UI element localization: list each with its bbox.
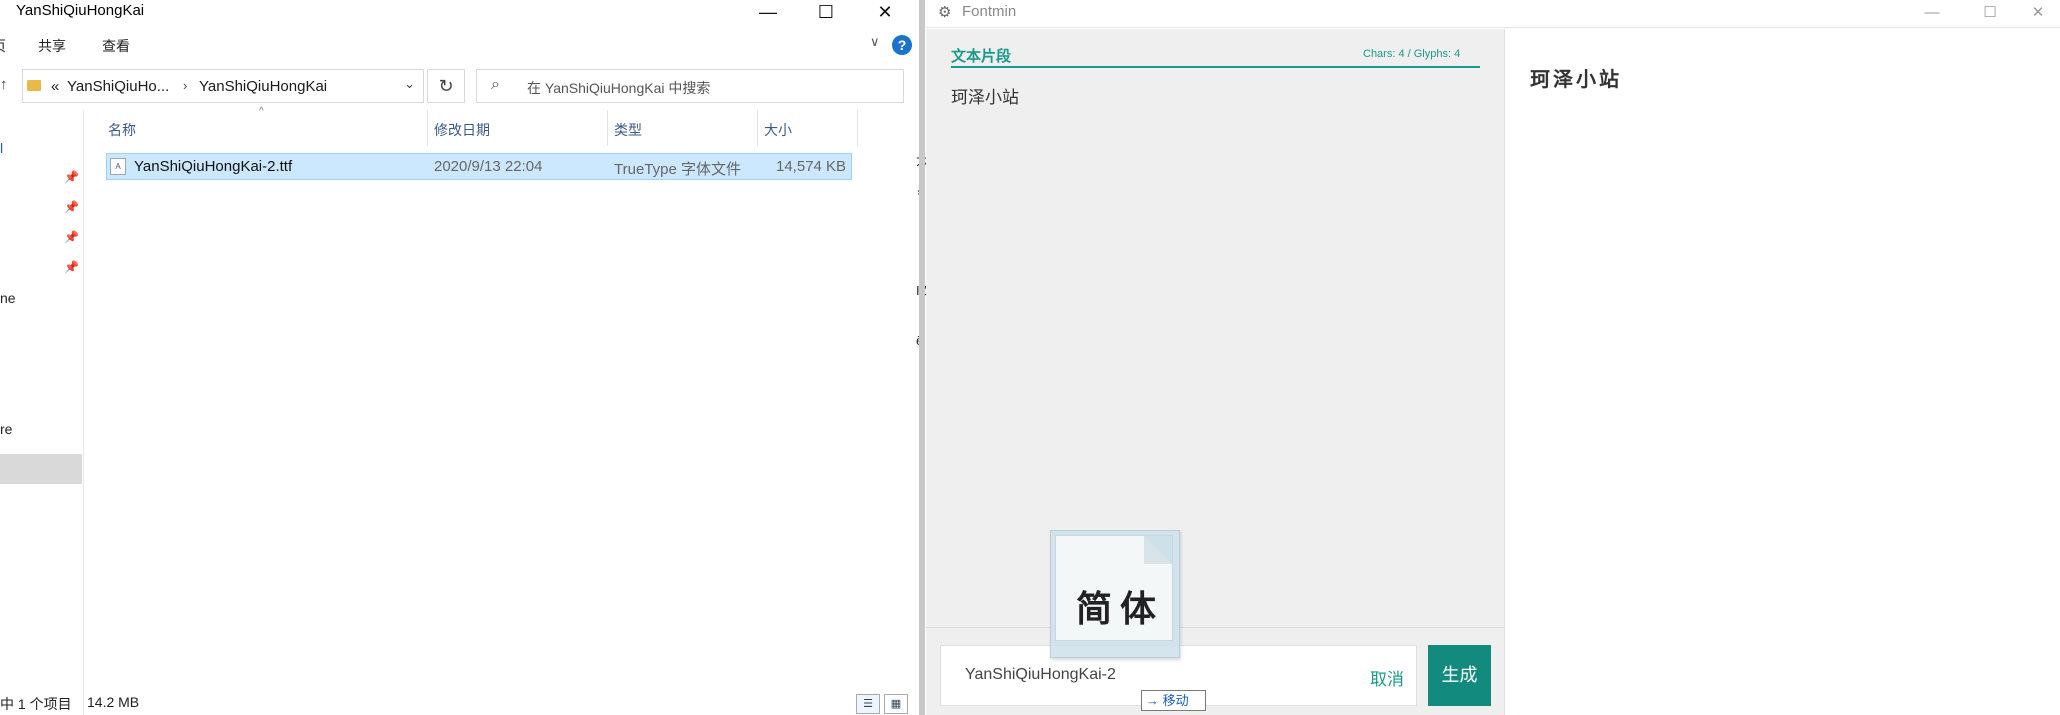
move-badge: → 移动 (1141, 690, 1206, 711)
window-border (919, 0, 925, 715)
nav-item-onedrive[interactable]: ne (0, 290, 16, 306)
fontmin-title: Fontmin (962, 3, 1017, 20)
fontmin-titlebar: ⚙ Fontmin — ☐ ✕ (926, 0, 2060, 28)
text-snippet-input[interactable]: 珂泽小站 (951, 83, 1019, 108)
status-selected-count: 选中 1 个项目 (0, 696, 72, 712)
file-explorer-window: YanShiQiuHongKai — ☐ ✕ 页 共享 查看 ∨ ? ↑ « Y… (0, 0, 916, 715)
tab-view[interactable]: 查看 (102, 36, 130, 56)
maximize-button[interactable]: ☐ (1968, 0, 2012, 28)
breadcrumb-separator-icon[interactable]: › (183, 78, 187, 93)
pin-icon: 📌 (64, 260, 79, 274)
file-row[interactable]: A YanShiQiuHongKai-2.ttf 2020/9/13 22:04… (106, 153, 852, 180)
search-icon: ⌕ (491, 76, 500, 93)
file-type: TrueType 字体文件 (614, 161, 741, 178)
file-size: 14,574 KB (776, 158, 847, 175)
folder-icon (27, 80, 41, 91)
char-glyph-count: Chars: 4 / Glyphs: 4 (1363, 48, 1461, 60)
details-view-icon[interactable]: ☰ (856, 694, 880, 714)
font-glyph-preview: 简体 (1076, 588, 1165, 630)
breadcrumb-parent[interactable]: YanShiQiuHo... (67, 78, 169, 95)
fontmin-app-icon: ⚙ (938, 4, 952, 21)
breadcrumb-overflow[interactable]: « (51, 78, 59, 95)
drag-font-file-icon: 简体 (1050, 530, 1180, 658)
column-header-date[interactable]: 修改日期 (428, 110, 608, 146)
section-underline (951, 66, 1480, 68)
nav-item-partial[interactable]: l (0, 140, 3, 156)
search-placeholder: 在 YanShiQiuHongKai 中搜索 (527, 80, 711, 96)
preview-text: 珂泽小站 (1530, 67, 1622, 91)
explorer-ribbon: 页 共享 查看 (0, 30, 916, 60)
tab-share[interactable]: 共享 (38, 36, 66, 56)
column-header-size[interactable]: 大小 (758, 110, 858, 146)
minimize-button[interactable]: — (1910, 0, 1954, 28)
up-arrow-icon[interactable]: ↑ (0, 76, 8, 93)
generate-button[interactable]: 生成 (1428, 645, 1491, 706)
font-preview-panel (1504, 29, 2060, 715)
file-name[interactable]: YanShiQiuHongKai-2.ttf (134, 158, 292, 175)
nav-item-selected[interactable] (0, 454, 82, 484)
file-date: 2020/9/13 22:04 (434, 158, 543, 175)
font-file-name: YanShiQiuHongKai-2 (965, 666, 1116, 683)
pin-icon: 📌 (64, 230, 79, 244)
nav-item-partial[interactable]: re (0, 421, 12, 437)
navigation-pane: l 📌 📌 📌 📌 ne re (0, 110, 84, 715)
tiles-view-icon[interactable]: ▦ (884, 694, 908, 714)
page-fold-icon (1144, 536, 1172, 564)
address-bar[interactable]: « YanShiQiuHo... › YanShiQiuHongKai ⌄ (22, 69, 424, 103)
help-icon[interactable]: ? (892, 35, 912, 55)
refresh-button[interactable]: ↻ (427, 69, 465, 103)
search-box[interactable]: ⌕ 在 YanShiQiuHongKai 中搜索 (476, 69, 904, 103)
chevron-down-icon[interactable]: ⌄ (404, 76, 415, 92)
cancel-button[interactable]: 取消 (1370, 665, 1404, 690)
column-header-type[interactable]: 类型 (608, 110, 758, 146)
collapse-ribbon-icon[interactable]: ∨ (870, 34, 880, 50)
tab-home[interactable]: 页 (0, 36, 6, 56)
pin-icon: 📌 (64, 200, 79, 214)
explorer-titlebar: YanShiQiuHongKai — ☐ ✕ (0, 0, 916, 24)
breadcrumb-current[interactable]: YanShiQiuHongKai (199, 78, 327, 95)
explorer-title: YanShiQiuHongKai (16, 2, 145, 19)
maximize-button[interactable]: ☐ (796, 0, 856, 24)
column-header-name[interactable]: 名称 (102, 110, 428, 146)
close-button[interactable]: ✕ (855, 0, 915, 24)
status-selected-size: 14.2 MB (87, 694, 140, 710)
pin-icon: 📌 (64, 170, 79, 184)
font-document-icon: 简体 (1055, 535, 1173, 641)
close-button[interactable]: ✕ (2016, 0, 2060, 28)
font-file-icon: A (110, 158, 126, 175)
section-title: 文本片段 (951, 48, 1012, 65)
minimize-button[interactable]: — (738, 0, 798, 24)
text-input-panel (926, 29, 1504, 715)
